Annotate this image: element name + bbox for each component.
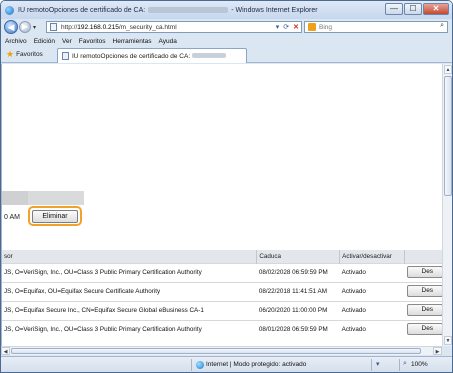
navigation-bar: ◀ ▶ ▾ http://192.168.0.215/m_security_ca… — [1, 19, 452, 35]
cell-expires: 08/02/2028 06:59:59 PM — [256, 262, 340, 282]
cell-issuer: JS, O=Equifax Secure Inc., CN=Equifax Se… — [2, 300, 257, 320]
page-icon — [62, 52, 69, 60]
redacted-text — [148, 6, 229, 13]
scroll-up-icon[interactable]: ▲ — [444, 65, 452, 74]
star-icon: ★ — [6, 49, 15, 59]
scroll-down-icon[interactable]: ▼ — [444, 336, 452, 345]
window-title: IU remotoOpciones de certificado de CA: -… — [18, 6, 318, 14]
bing-icon — [308, 23, 316, 31]
zoom-icon[interactable]: ⌕ — [403, 360, 407, 368]
status-bar: Internet | Modo protegido: activado ▾ ⌕ … — [1, 356, 452, 372]
address-bar[interactable]: http://192.168.0.215/m_security_ca.html … — [46, 21, 302, 33]
menu-archivo[interactable]: Archivo — [5, 38, 27, 45]
minimize-button[interactable]: — — [385, 3, 403, 15]
row-disable-button[interactable]: Des — [406, 265, 442, 278]
cell-status: Activado — [339, 319, 405, 339]
cell-issuer: JS, O=VeriSign, Inc., OU=Class 3 Public … — [2, 262, 257, 282]
column-header-action — [404, 250, 442, 263]
security-zone-text: Internet | Modo protegido: activado — [206, 361, 307, 368]
table-row: JS, O=VeriSign, Inc., OU=Class 3 Public … — [2, 319, 442, 339]
status-separator — [371, 359, 372, 371]
cell-action: Des — [404, 281, 442, 301]
vertical-scrollbar[interactable]: ▲ ▼ — [442, 64, 452, 346]
refresh-icon[interactable]: ⟳ — [283, 23, 289, 31]
cell-expires: 06/20/2020 11:00:00 PM — [256, 300, 340, 320]
cell-action: Des — [404, 262, 442, 282]
protected-mode-icon[interactable]: ▾ — [376, 360, 380, 368]
table-row: JS, O=Equifax, OU=Equifax Secure Certifi… — [2, 281, 442, 301]
cell-status: Activado — [339, 300, 405, 320]
cell-issuer: JS, O=VeriSign, Inc., OU=Class 3 Public … — [2, 319, 257, 339]
column-header-expires: Caduca — [256, 250, 341, 263]
close-button[interactable]: ✕ — [423, 3, 449, 15]
stop-icon[interactable]: ✕ — [293, 23, 299, 31]
scroll-right-icon[interactable]: ▶ — [433, 347, 442, 355]
history-dropdown-icon[interactable]: ▾ — [33, 24, 36, 31]
cell-issuer: JS, O=Equifax, OU=Equifax Secure Certifi… — [2, 281, 257, 301]
cell-expires: 08/01/2028 06:59:59 PM — [256, 319, 340, 339]
row-disable-button[interactable]: Des — [406, 322, 442, 335]
menu-edicion[interactable]: Edición — [34, 38, 55, 45]
page-icon — [50, 23, 57, 31]
cell-status: Activado — [339, 262, 405, 282]
ie-icon — [5, 5, 14, 15]
time-fragment: 0 AM — [4, 214, 20, 221]
zoom-level[interactable]: 100% — [411, 361, 428, 368]
delete-button[interactable]: Eliminar — [32, 209, 78, 223]
menu-herramientas[interactable]: Herramientas — [113, 38, 152, 45]
menu-favoritos[interactable]: Favoritos — [79, 38, 106, 45]
forward-button[interactable]: ▶ — [19, 21, 31, 33]
status-separator — [399, 359, 400, 371]
cell-expires: 08/22/2018 11:41:51 AM — [256, 281, 340, 301]
maximize-button[interactable]: ☐ — [404, 3, 422, 15]
menu-bar: Archivo Edición Ver Favoritos Herramient… — [1, 36, 452, 47]
certificate-table: sor Caduca Activar/desactivar JS, O=Veri… — [2, 250, 442, 339]
table-row: JS, O=Equifax Secure Inc., CN=Equifax Se… — [2, 300, 442, 320]
browser-window: IU remotoOpciones de certificado de CA: -… — [0, 0, 453, 373]
row-disable-button[interactable]: Des — [406, 284, 442, 297]
address-controls: ▾ ⟳ ✕ — [276, 23, 299, 31]
address-dropdown-icon[interactable]: ▾ — [276, 23, 280, 31]
horizontal-scrollbar[interactable]: ◀ ▶ — [1, 346, 442, 355]
favorites-label: Favoritos — [16, 51, 43, 58]
status-separator — [191, 359, 192, 371]
menu-ver[interactable]: Ver — [62, 38, 72, 45]
favorites-bar: ★ Favoritos IU remotoOpciones de certifi… — [1, 47, 452, 63]
row-disable-button[interactable]: Des — [406, 303, 442, 316]
window-controls: — ☐ ✕ — [384, 3, 449, 15]
globe-icon — [196, 361, 204, 369]
horizontal-scroll-thumb[interactable] — [11, 348, 421, 354]
menu-ayuda[interactable]: Ayuda — [159, 38, 177, 45]
column-header-status: Activar/desactivar — [339, 250, 405, 263]
url-text[interactable]: http://192.168.0.215/m_security_ca.html — [61, 24, 177, 31]
redacted-text — [192, 53, 227, 59]
search-placeholder[interactable]: Bing — [319, 24, 332, 31]
back-button[interactable]: ◀ — [4, 20, 18, 34]
page-content: 0 AM Eliminar sor Caduca Activar/desacti… — [1, 64, 442, 346]
scroll-left-icon[interactable]: ◀ — [1, 347, 10, 355]
header-strip-dark — [2, 191, 28, 205]
search-box[interactable]: Bing ⌕ — [304, 21, 448, 33]
delete-button-highlight: Eliminar — [28, 206, 82, 226]
table-header-row: sor Caduca Activar/desactivar — [2, 250, 442, 263]
search-icon[interactable]: ⌕ — [440, 22, 444, 30]
browser-tab[interactable]: IU remotoOpciones de certificado de CA: — [57, 48, 247, 63]
column-header-issuer: sor — [2, 250, 258, 263]
cell-action: Des — [404, 300, 442, 320]
vertical-scroll-thumb[interactable] — [444, 76, 452, 196]
table-row: JS, O=VeriSign, Inc., OU=Class 3 Public … — [2, 262, 442, 282]
title-bar: IU remotoOpciones de certificado de CA: -… — [1, 1, 452, 19]
favorites-button[interactable]: ★ Favoritos — [6, 49, 43, 60]
cell-status: Activado — [339, 281, 405, 301]
tab-title: IU remotoOpciones de certificado de CA: — [72, 53, 227, 60]
cell-action: Des — [404, 319, 442, 339]
